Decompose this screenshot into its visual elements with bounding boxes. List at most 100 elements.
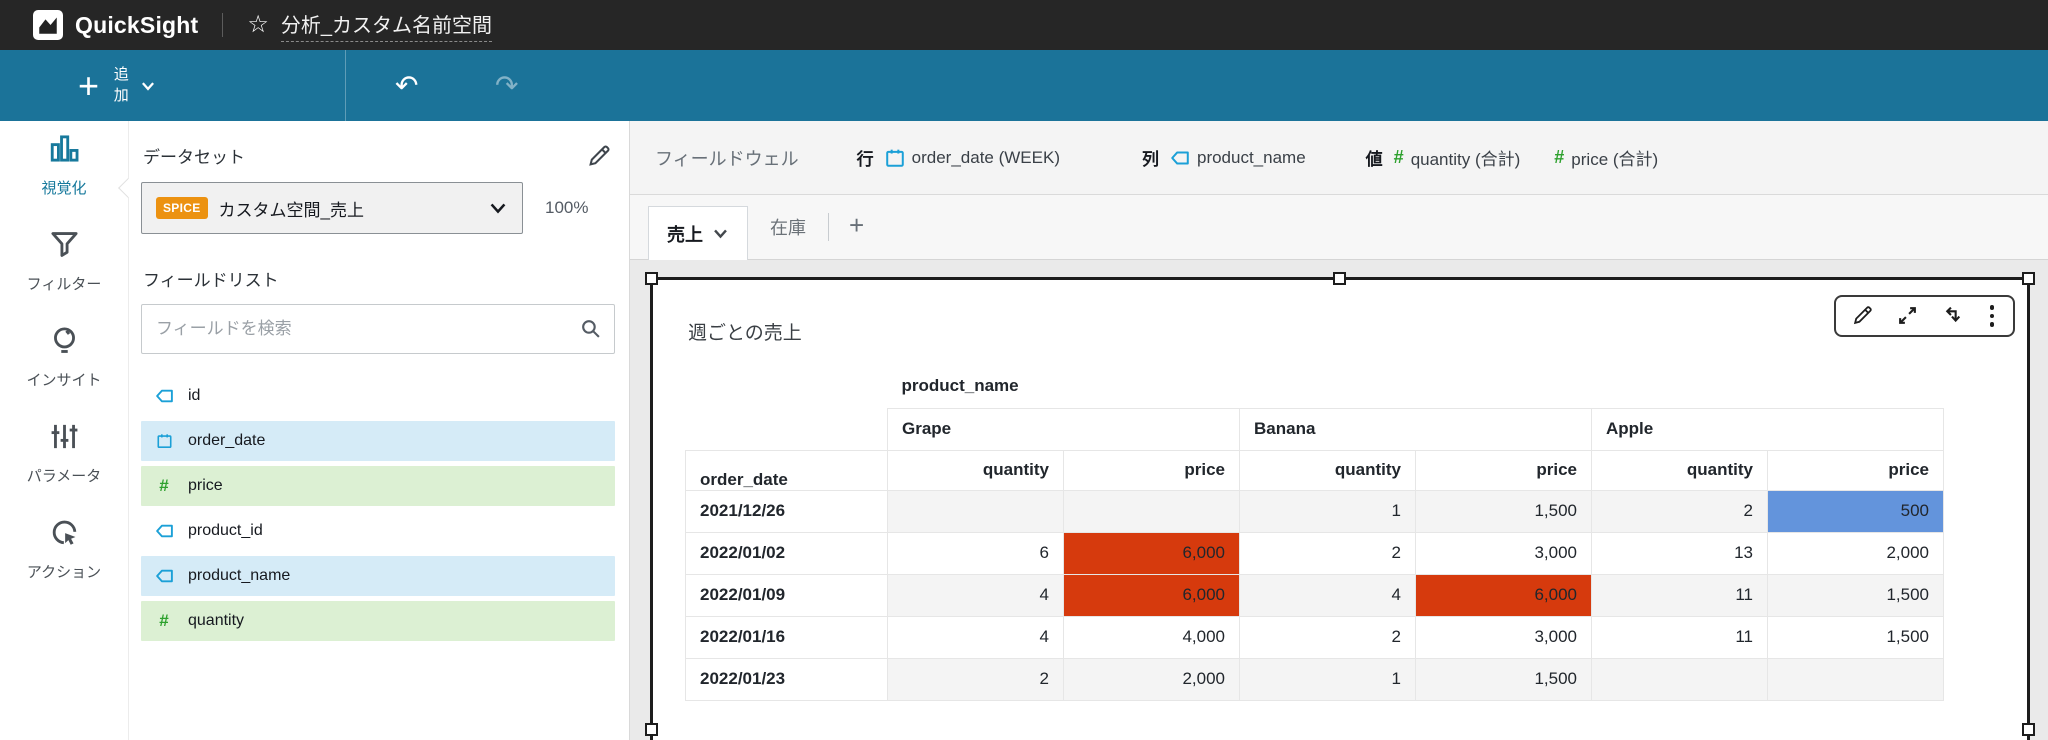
pivot-cell[interactable]: 4 [1239,573,1416,617]
pivot-cell[interactable]: 6,000 [1063,573,1240,617]
undo-icon[interactable]: ↶ [395,71,418,100]
sidebar-item-insights[interactable]: インサイト [0,325,128,399]
maximize-icon[interactable] [1897,305,1918,326]
workspace: 視覚化 フィルター インサイト パラメータ アクション データセット SPICE… [0,121,2048,740]
well-values-label: 値 [1365,150,1383,169]
measure-hash-icon: # [1554,147,1565,167]
add-button-label: 追加 [113,66,129,104]
field-item-price[interactable]: # price [141,466,615,506]
add-sheet-button[interactable]: + [849,212,864,242]
pivot-cell[interactable] [1767,657,1944,701]
edit-dataset-pencil-icon[interactable] [587,144,611,168]
pivot-cell[interactable]: 11 [1591,573,1768,617]
field-item-order_date[interactable]: order_date [141,421,615,461]
pivot-cell[interactable]: 3,000 [1415,615,1592,659]
pivot-cell[interactable]: 2 [887,657,1064,701]
field-wells-bar[interactable]: フィールドウェル 行 order_date (WEEK) 列 product_n… [630,121,2048,195]
well-columns-field: product_name [1196,147,1306,167]
quicksight-analysis-screen: QuickSight ☆ 分析_カスタム名前空間 + 追加 ↶ ↷ 視覚化 フィ… [0,0,2048,740]
well-values[interactable]: 値 # quantity (合計) # price (合計) [1366,145,1659,170]
resize-handle-mid-right[interactable] [2022,723,2035,736]
pivot-subheader-quantity[interactable]: quantity [1239,449,1416,491]
cursor-click-icon [49,517,80,553]
dataset-name: カスタム空間_売上 [218,200,364,220]
pivot-cell[interactable]: 6,000 [1063,531,1240,575]
field-name: product_name [188,567,291,584]
resize-handle-mid-left[interactable] [645,723,658,736]
resize-handle-top-left[interactable] [645,272,658,285]
pivot-subheader-quantity[interactable]: quantity [1591,449,1768,491]
tab-divider [828,213,829,241]
sheet-tab-strip: 売上 在庫 + [630,195,2048,260]
pivot-cell[interactable]: 6 [887,531,1064,575]
field-item-id[interactable]: id [141,376,615,416]
chevron-down-icon[interactable] [712,225,729,242]
pivot-cell[interactable]: 4,000 [1063,615,1240,659]
pivot-cell[interactable]: 13 [1591,531,1768,575]
resize-handle-top-right[interactable] [2022,272,2035,285]
redo-icon[interactable]: ↷ [495,71,518,100]
pivot-cell[interactable]: 1,500 [1767,615,1944,659]
pivot-subheader-quantity[interactable]: quantity [887,449,1064,491]
pivot-row: 2022/01/16 4 4,000 2 3,000 11 1,500 [685,615,1944,659]
quicksight-logo-icon[interactable] [33,10,63,40]
bar-chart-icon [49,133,80,169]
field-name: price [188,477,223,494]
pivot-cell[interactable]: 1 [1239,657,1416,701]
tab-sales[interactable]: 売上 [648,206,748,260]
pivot-cell[interactable]: 2,000 [1767,531,1944,575]
pivot-cell[interactable]: 1 [1239,489,1416,533]
pivot-group-header-Grape[interactable]: Grape [887,407,1240,451]
visual-title[interactable]: 週ごとの売上 [688,318,802,345]
well-rows-label: 行 [856,150,874,169]
tab-inventory[interactable]: 在庫 [748,214,828,240]
pivot-group-header-Banana[interactable]: Banana [1239,407,1592,451]
sidebar-item-label: インサイト [26,372,102,389]
pivot-cell[interactable]: 1,500 [1415,489,1592,533]
field-search-input[interactable] [141,304,615,354]
sidebar-item-visualize[interactable]: 視覚化 [0,133,128,207]
pivot-cell[interactable]: 2 [1239,531,1416,575]
pivot-group-header-Apple[interactable]: Apple [1591,407,1944,451]
pivot-subheader-price[interactable]: price [1063,449,1240,491]
pivot-cell[interactable]: 2 [1239,615,1416,659]
pivot-cell[interactable] [1063,489,1240,533]
well-columns[interactable]: 列 product_name [1142,145,1306,170]
sliders-icon [49,421,80,457]
pivot-cell[interactable]: 3,000 [1415,531,1592,575]
sidebar-item-actions[interactable]: アクション [0,517,128,591]
sidebar-item-filter[interactable]: フィルター [0,229,128,303]
pivot-cell[interactable] [887,489,1064,533]
pivot-cell[interactable]: 2,000 [1063,657,1240,701]
move-swap-icon[interactable] [1942,305,1963,326]
star-icon[interactable]: ☆ [247,13,269,37]
field-item-quantity[interactable]: # quantity [141,601,615,641]
funnel-icon [49,229,80,265]
pivot-subheader-price[interactable]: price [1415,449,1592,491]
field-item-product_name[interactable]: product_name [141,556,615,596]
visual-menu-kebab-icon[interactable] [1987,305,1997,327]
sidebar-item-parameters[interactable]: パラメータ [0,421,128,495]
pivot-cell[interactable]: 2 [1591,489,1768,533]
pivot-cell[interactable]: 1,500 [1415,657,1592,701]
pivot-cell[interactable]: 11 [1591,615,1768,659]
pivot-cell[interactable]: 500 [1767,489,1944,533]
calendar-icon [153,433,175,449]
analysis-title[interactable]: 分析_カスタム名前空間 [280,9,493,42]
resize-handle-top-center[interactable] [1333,272,1346,285]
field-item-product_id[interactable]: product_id [141,511,615,551]
format-visual-pencil-icon[interactable] [1852,305,1873,326]
sheet-canvas[interactable]: 週ごとの売上 product_name Grape Banana Apple o… [630,260,2048,740]
field-list-title: フィールドリスト [143,271,279,290]
spice-badge: SPICE [156,197,208,219]
add-button[interactable]: + 追加 [78,65,156,106]
well-rows[interactable]: 行 order_date (WEEK) [857,145,1060,170]
pivot-subheader-price[interactable]: price [1767,449,1944,491]
pivot-cell[interactable]: 4 [887,573,1064,617]
pivot-cell[interactable]: 4 [887,615,1064,659]
pivot-cell[interactable]: 1,500 [1767,573,1944,617]
dataset-selector[interactable]: SPICE カスタム空間_売上 [141,182,523,234]
pivot-cell[interactable]: 6,000 [1415,573,1592,617]
pivot-cell[interactable] [1591,657,1768,701]
pivot-table-visual[interactable]: 週ごとの売上 product_name Grape Banana Apple o… [645,272,2035,740]
